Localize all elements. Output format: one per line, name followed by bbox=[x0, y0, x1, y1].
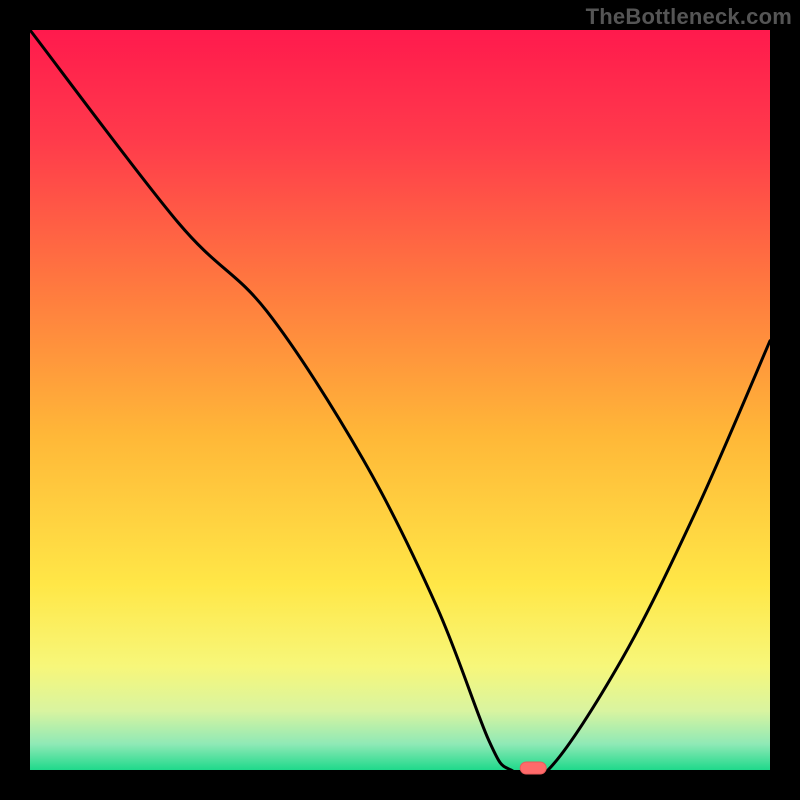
optimal-marker bbox=[520, 762, 546, 774]
plot-background bbox=[30, 30, 770, 770]
chart-stage: TheBottleneck.com bbox=[0, 0, 800, 800]
watermark-text: TheBottleneck.com bbox=[586, 4, 792, 30]
bottleneck-plot bbox=[0, 0, 800, 800]
